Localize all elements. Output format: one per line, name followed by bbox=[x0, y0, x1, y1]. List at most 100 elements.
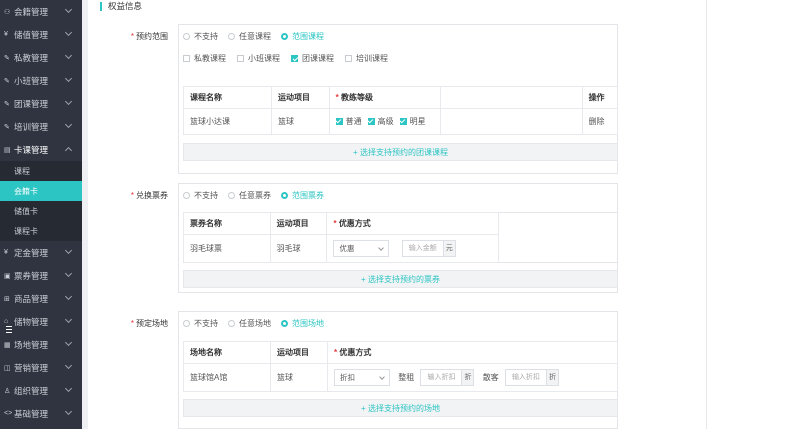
add-group-course-button[interactable]: + 选择支持预约的团课课程 bbox=[183, 143, 618, 161]
nav-basic[interactable]: <> 基础管理 bbox=[0, 402, 82, 425]
chevron-up-icon bbox=[64, 146, 73, 155]
nav-label: 储值管理 bbox=[14, 29, 49, 40]
radio-not-supported[interactable]: 不支持 bbox=[183, 31, 218, 42]
booking-course-table: 课程名称 运动项目 * 教练等级 操作 篮球小达课 篮球 普通 高级 明星 删除 bbox=[183, 86, 619, 135]
radio-any-voucher[interactable]: 任意票券 bbox=[228, 190, 271, 201]
nav-stored-value[interactable]: ¥ 储值管理 bbox=[0, 23, 82, 46]
chevron-down-icon bbox=[64, 269, 73, 278]
ticket-icon: ▣ bbox=[4, 272, 11, 280]
col-sport: 运动项目 bbox=[271, 86, 330, 109]
col-action: 操作 bbox=[581, 86, 619, 109]
col-coach-level: * 教练等级 bbox=[328, 86, 441, 109]
col-venue-method: * 优惠方式 bbox=[327, 341, 618, 364]
nav-locker[interactable]: ⌂ 储物管理 bbox=[0, 310, 82, 333]
coach-levels: 普通 高级 明星 bbox=[328, 108, 441, 135]
col-venue-name: 场地名称 bbox=[183, 341, 271, 364]
venue-method-select[interactable]: 折扣 bbox=[334, 369, 390, 386]
sub-item-course-card[interactable]: 课程卡 bbox=[0, 221, 82, 241]
table-row: 篮球小达课 篮球 普通 高级 明星 删除 bbox=[183, 108, 619, 135]
booking-scope-text: 预约范围 bbox=[136, 32, 168, 41]
chevron-down-icon bbox=[378, 244, 385, 251]
radio-any-venue[interactable]: 任意场地 bbox=[228, 318, 271, 329]
edit-icon: ✎ bbox=[4, 100, 10, 108]
menu-toggle-icon[interactable] bbox=[6, 324, 12, 334]
nav-label: 商品管理 bbox=[14, 293, 49, 304]
section-title: 权益信息 bbox=[100, 2, 142, 11]
col-venue-sport: 运动项目 bbox=[270, 341, 328, 364]
nav-label: 小班管理 bbox=[14, 75, 49, 86]
single-guest-discount-input[interactable]: 输入折扣折 bbox=[504, 369, 559, 386]
table-row: 篮球馆A馆 篮球 折扣 整租 输入折扣折 散客 输入折扣折 bbox=[183, 363, 618, 392]
add-venue-button[interactable]: + 选择支持预约的场地 bbox=[183, 399, 618, 417]
radio-venue-not-supported[interactable]: 不支持 bbox=[183, 318, 218, 329]
radio-scope-voucher[interactable]: 范围票券 bbox=[281, 190, 324, 201]
venue-radios: 不支持 任意场地 范围场地 bbox=[183, 318, 334, 329]
venue-label: * 预定场地 bbox=[130, 319, 168, 328]
radio-any-course[interactable]: 任意课程 bbox=[228, 31, 271, 42]
nav-small-class[interactable]: ✎ 小班管理 bbox=[0, 69, 82, 92]
sidebar: ⚇ 会籍管理 ¥ 储值管理 ✎ 私教管理 ✎ 小班管理 ✎ 团课管理 ✎ 培训管理 ▤ 卡课管… bbox=[0, 0, 82, 429]
nav-private-coaching[interactable]: ✎ 私教管理 bbox=[0, 46, 82, 69]
sub-item-course[interactable]: 课程 bbox=[0, 161, 82, 181]
nav-venue[interactable]: ▦ 场地管理 bbox=[0, 333, 82, 356]
nav-label: 培训管理 bbox=[14, 121, 49, 132]
voucher-name: 羽毛球票 bbox=[183, 234, 271, 263]
person-icon: ⚇ bbox=[4, 8, 11, 16]
nav-voucher[interactable]: ▣ 票券管理 bbox=[0, 264, 82, 287]
nav-goods[interactable]: ⊞ 商品管理 bbox=[0, 287, 82, 310]
nav-label: 组织管理 bbox=[14, 385, 49, 396]
chevron-down-icon bbox=[64, 74, 73, 83]
megaphone-icon: ◫ bbox=[4, 364, 11, 372]
level-star-check[interactable]: 明星 bbox=[399, 116, 426, 127]
nav-training[interactable]: ✎ 培训管理 bbox=[0, 115, 82, 138]
nav-card-course[interactable]: ▤ 卡课管理 bbox=[0, 138, 82, 161]
voucher-radios: 不支持 任意票券 范围票券 bbox=[183, 190, 334, 201]
nav-organization[interactable]: ♙ 组织管理 bbox=[0, 379, 82, 402]
booking-scope-label: * 预约范围 bbox=[118, 31, 168, 42]
chevron-down-icon bbox=[64, 51, 73, 60]
add-voucher-button[interactable]: + 选择支持预约的票券 bbox=[183, 270, 618, 288]
nav-group-class[interactable]: ✎ 团课管理 bbox=[0, 92, 82, 115]
card-icon: ▤ bbox=[4, 146, 11, 154]
yen-icon: ¥ bbox=[4, 249, 8, 256]
chevron-down-icon bbox=[64, 361, 73, 370]
voucher-method-select[interactable]: 优惠 bbox=[333, 240, 390, 257]
voucher-amount-input[interactable]: 输入金额元 bbox=[401, 240, 456, 257]
check-group-course[interactable]: 团课课程 bbox=[291, 53, 334, 64]
venue-table: 场地名称 运动项目 * 优惠方式 篮球馆A馆 篮球 折扣 整租 输入折扣折 散客… bbox=[183, 341, 618, 392]
required-mark: * bbox=[130, 32, 134, 41]
level-normal-check[interactable]: 普通 bbox=[335, 116, 362, 127]
check-small-class-course[interactable]: 小班课程 bbox=[237, 53, 280, 64]
check-training-course[interactable]: 培训课程 bbox=[345, 53, 388, 64]
single-guest-label: 散客 bbox=[482, 372, 499, 382]
level-senior-check[interactable]: 高级 bbox=[367, 116, 394, 127]
voucher-label: * 兑换票券 bbox=[130, 191, 168, 200]
course-sport: 篮球 bbox=[271, 108, 330, 135]
table-row: 羽毛球票 羽毛球 优惠 输入金额元 bbox=[183, 234, 499, 263]
nav-marketing[interactable]: ◫ 营销管理 bbox=[0, 356, 82, 379]
chevron-down-icon bbox=[64, 246, 73, 255]
cart-icon: ⊞ bbox=[4, 295, 10, 303]
chevron-down-icon bbox=[64, 97, 73, 106]
check-private-course[interactable]: 私教课程 bbox=[183, 53, 226, 64]
voucher-table: 票券名称 运动项目 * 优惠方式 羽毛球票 羽毛球 优惠 输入金额元 bbox=[183, 212, 499, 263]
chevron-down-icon bbox=[64, 292, 73, 301]
edit-icon: ✎ bbox=[4, 123, 10, 131]
radio-voucher-not-supported[interactable]: 不支持 bbox=[183, 190, 218, 201]
main-content: 权益信息 * 预约范围 不支持 任意课程 范围课程 私教课程 小班课程 团课课程 … bbox=[88, 0, 800, 429]
radio-scope-course[interactable]: 范围课程 bbox=[281, 31, 324, 42]
nav-label: 票券管理 bbox=[14, 270, 49, 281]
nav-membership[interactable]: ⚇ 会籍管理 bbox=[0, 0, 82, 23]
course-type-checks: 私教课程 小班课程 团课课程 培训课程 bbox=[183, 53, 399, 64]
nav-deposit[interactable]: ¥ 定金管理 bbox=[0, 241, 82, 264]
whole-rent-discount-input[interactable]: 输入折扣折 bbox=[420, 369, 475, 386]
chevron-down-icon bbox=[64, 28, 73, 37]
chevron-down-icon bbox=[64, 338, 73, 347]
sub-item-membership-card[interactable]: 会籍卡 bbox=[0, 181, 82, 201]
delete-link[interactable]: 删除 bbox=[581, 108, 619, 135]
sub-item-stored-value-card[interactable]: 储值卡 bbox=[0, 201, 82, 221]
booking-scope-radios: 不支持 任意课程 范围课程 bbox=[183, 31, 334, 42]
radio-scope-venue[interactable]: 范围场地 bbox=[281, 318, 324, 329]
chevron-down-icon bbox=[64, 384, 73, 393]
nav-label: 会籍管理 bbox=[14, 6, 49, 17]
